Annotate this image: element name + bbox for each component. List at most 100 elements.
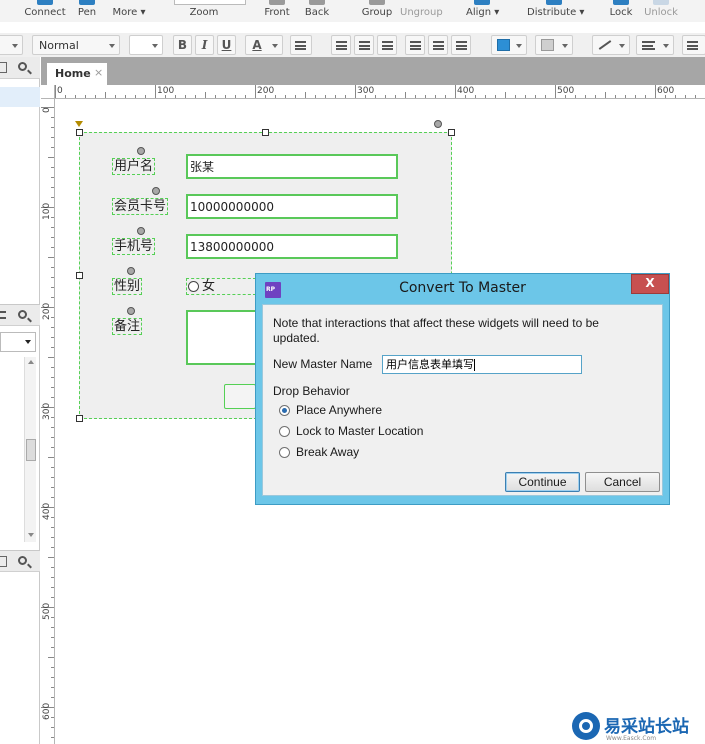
resize-handle-n[interactable] <box>262 129 269 136</box>
underline-button[interactable]: U <box>217 35 236 55</box>
submit-button[interactable] <box>224 384 256 409</box>
resize-handle-ne[interactable] <box>448 129 455 136</box>
drop-behavior-label: Drop Behavior <box>273 384 350 398</box>
send-back-button[interactable]: Back <box>302 0 332 22</box>
lock-button[interactable]: Lock <box>608 0 634 22</box>
gender-label: 性别 <box>112 278 143 295</box>
add-master-icon[interactable] <box>0 556 7 567</box>
widget-handle[interactable] <box>137 147 145 155</box>
watermark-subtext: Www.Easck.Com <box>606 735 657 742</box>
notes-label: 备注 <box>112 318 143 335</box>
scroll-up-icon[interactable] <box>28 360 34 364</box>
ungroup-button[interactable]: Ungroup <box>400 0 443 22</box>
add-page-icon[interactable] <box>0 62 7 73</box>
resize-handle-sw[interactable] <box>76 415 83 422</box>
card-number-field[interactable]: 10000000000 <box>186 194 398 219</box>
chevron-down-icon <box>562 44 568 48</box>
bold-button[interactable]: B <box>173 35 192 55</box>
gender-radio-female[interactable]: 女 <box>186 278 256 295</box>
cancel-button[interactable]: Cancel <box>585 472 660 492</box>
resize-handle-w[interactable] <box>76 272 83 279</box>
search-icon[interactable] <box>18 556 27 565</box>
group-button[interactable]: Group <box>360 0 394 22</box>
widgets-scrollbar[interactable] <box>24 357 36 542</box>
username-field[interactable]: 张某 <box>186 154 398 179</box>
align-middle-button[interactable] <box>428 35 448 55</box>
radio-icon <box>279 426 290 437</box>
close-icon[interactable]: × <box>94 66 103 79</box>
widget-handle[interactable] <box>152 187 160 195</box>
resize-handle-nw[interactable] <box>76 129 83 136</box>
distribute-button[interactable]: Distribute ▾ <box>527 0 584 22</box>
search-icon[interactable] <box>18 62 27 71</box>
dialog-note: Note that interactions that affect these… <box>273 316 599 345</box>
radio-checked-icon <box>279 405 290 416</box>
font-color-button[interactable]: A <box>245 35 283 55</box>
main-toolbar: Connect Pen More ▾ Zoom Front Back Group… <box>0 0 705 22</box>
tab-home[interactable]: Home × <box>47 63 107 85</box>
line-color-button[interactable] <box>592 35 630 55</box>
widget-handle[interactable] <box>127 267 135 275</box>
radio-icon <box>279 447 290 458</box>
widget-handle[interactable] <box>127 307 135 315</box>
site-logo-icon <box>572 712 600 740</box>
library-select[interactable] <box>0 332 36 352</box>
lock-icon <box>613 0 629 5</box>
card-number-label: 会员卡号 <box>112 198 169 215</box>
font-size-select[interactable] <box>129 35 163 55</box>
shadow-button[interactable] <box>535 35 573 55</box>
phone-field[interactable]: 13800000000 <box>186 234 398 259</box>
master-name-input[interactable]: 用户信息表单填写 <box>382 355 582 374</box>
notes-textarea[interactable] <box>186 310 262 365</box>
selected-page-item[interactable] <box>0 87 40 107</box>
watermark-text: 易采站长站 <box>604 717 689 737</box>
style-select[interactable]: Normal <box>32 35 120 55</box>
phone-label: 手机号 <box>112 238 156 255</box>
left-panels <box>0 57 40 744</box>
italic-button[interactable]: I <box>195 35 214 55</box>
chevron-down-icon <box>12 44 18 48</box>
align-bottom-button[interactable] <box>451 35 471 55</box>
search-icon[interactable] <box>18 310 27 319</box>
font-family-select[interactable] <box>0 35 23 55</box>
align-center-button[interactable] <box>354 35 374 55</box>
convert-to-master-dialog: RP Convert To Master X Note that interac… <box>255 273 670 505</box>
bring-front-icon <box>269 0 285 5</box>
align-top-button[interactable] <box>405 35 425 55</box>
scroll-thumb[interactable] <box>26 439 36 461</box>
menu-icon[interactable] <box>0 311 6 319</box>
list-icon <box>295 41 306 50</box>
continue-button[interactable]: Continue <box>505 472 580 492</box>
bring-front-button[interactable]: Front <box>262 0 292 22</box>
align-left-button[interactable] <box>331 35 351 55</box>
align-right-button[interactable] <box>377 35 397 55</box>
align-button[interactable]: Align ▾ <box>466 0 499 22</box>
fill-color-button[interactable] <box>491 35 527 55</box>
bullet-list-button[interactable] <box>290 35 312 55</box>
zoom-label: Zoom <box>186 0 222 22</box>
close-button[interactable]: X <box>631 274 669 294</box>
dialog-title-bar[interactable]: RP Convert To Master X <box>256 274 669 302</box>
rotate-handle[interactable] <box>434 120 442 128</box>
pages-panel-header <box>0 57 40 79</box>
masters-panel-header <box>0 550 40 572</box>
unlock-button[interactable]: Unlock <box>644 0 678 22</box>
chevron-down-icon <box>663 44 669 48</box>
widgets-panel-header <box>0 304 40 326</box>
scroll-down-icon[interactable] <box>28 533 34 537</box>
send-back-icon <box>309 0 325 5</box>
widget-handle[interactable] <box>137 227 145 235</box>
chevron-down-icon <box>152 44 158 48</box>
line-width-icon <box>642 41 655 50</box>
connect-button[interactable]: Connect <box>24 0 66 22</box>
align-center-icon <box>359 41 370 50</box>
more-button[interactable]: More ▾ <box>110 0 148 22</box>
line-style-button[interactable] <box>682 35 705 55</box>
ungroup-icon <box>412 0 428 5</box>
horizontal-ruler: 0 100 200 300 400 500 600 <box>55 85 705 99</box>
anchor-icon[interactable] <box>75 121 83 127</box>
pen-button[interactable]: Pen <box>74 0 100 22</box>
line-width-button[interactable] <box>636 35 674 55</box>
dialog-title: Convert To Master <box>399 280 526 296</box>
align-bottom-icon <box>456 41 467 50</box>
